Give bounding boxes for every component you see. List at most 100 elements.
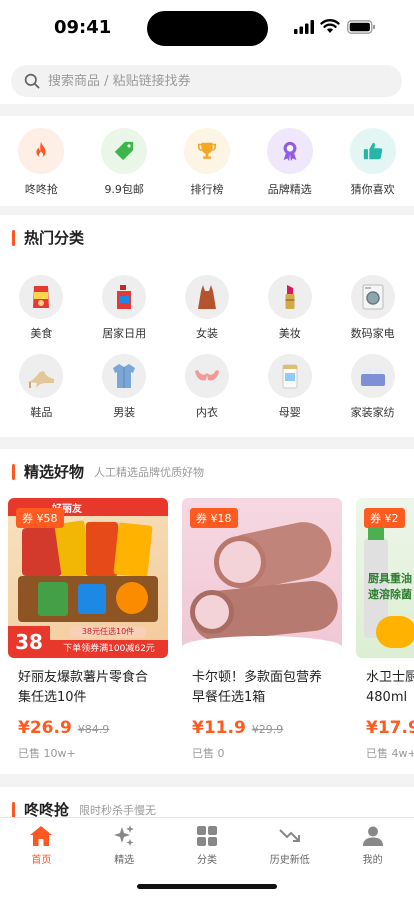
battery-icon	[347, 20, 375, 34]
coupon-badge: 券 ¥58	[16, 508, 64, 528]
quick-entry-label: 咚咚抢	[24, 183, 58, 196]
quick-entry-label: 9.9包邮	[104, 183, 144, 196]
award-badge-icon	[283, 141, 297, 162]
sparkle-icon	[114, 825, 135, 846]
quick-entry-dongdongqiang[interactable]: 咚咚抢	[6, 128, 76, 197]
category-grid: 美食 居家日用 女装 美妆 数码家电 鞋品 男装 内衣 母婴 家装家纺	[0, 275, 414, 420]
product-image: 好丽友 38 38元任选10件 下单领券满100减62元 券 ¥58	[8, 498, 168, 658]
category-womens-clothing[interactable]: 女装	[166, 275, 249, 341]
quick-entry-guess-you-like[interactable]: 猜你喜欢	[338, 128, 408, 197]
lipstick-icon	[285, 285, 295, 309]
search-box[interactable]	[11, 65, 402, 97]
category-image	[102, 275, 147, 319]
home-indicator	[137, 884, 277, 889]
product-name: 水卫士厨房油污清洁剂480ml	[366, 670, 414, 705]
category-digital-appliances[interactable]: 数码家电	[331, 275, 414, 341]
high-heel-icon	[28, 371, 55, 388]
tab-label: 精选	[114, 855, 135, 866]
status-time: 09:41	[54, 17, 112, 38]
category-label: 数码家电	[350, 327, 395, 340]
tab-category[interactable]: 分类	[177, 824, 237, 866]
category-label: 居家日用	[102, 327, 147, 340]
product-image: 券 ¥18	[182, 498, 342, 658]
section-title: 热门分类	[24, 229, 85, 247]
tab-label: 历史新低	[269, 855, 310, 866]
quick-entry-label: 排行榜	[190, 183, 224, 196]
signal-icon	[294, 20, 314, 34]
product-image: 厨具重油 速溶除菌 券 ¥2	[356, 498, 414, 658]
image-tag: 38元任选10件	[70, 626, 146, 638]
washing-machine-icon	[362, 284, 384, 310]
tab-home[interactable]: 首页	[11, 824, 71, 866]
product-sold-count: 已售 10w+	[18, 747, 76, 760]
trend-down-icon	[279, 829, 300, 842]
category-label: 鞋品	[30, 406, 53, 419]
category-underwear[interactable]: 内衣	[166, 354, 249, 420]
category-image	[102, 354, 147, 398]
image-text-line2: 速溶除菌	[368, 588, 412, 601]
milk-powder-can-icon	[282, 364, 298, 389]
tab-historical-low[interactable]: 历史新低	[260, 824, 320, 866]
product-price: ¥17.9	[366, 718, 414, 738]
hot-categories-header: 热门分类	[12, 227, 84, 248]
trophy-icon	[197, 142, 217, 159]
category-home-textiles[interactable]: 家装家纺	[331, 354, 414, 420]
product-name: 卡尔顿！多款面包营养早餐任选1箱	[192, 670, 323, 705]
category-beauty[interactable]: 美妆	[248, 275, 331, 341]
flame-icon	[36, 141, 46, 158]
product-price: ¥26.9	[18, 718, 72, 738]
tab-profile[interactable]: 我的	[343, 824, 403, 866]
search-input[interactable]	[48, 73, 368, 89]
snack-bag-icon	[33, 286, 50, 308]
category-image	[350, 354, 395, 398]
search-icon	[24, 73, 40, 89]
product-card[interactable]: 厨具重油 速溶除菌 券 ¥2 水卫士厨房油污清洁剂480ml ¥17.9 已售 …	[356, 498, 414, 761]
dress-icon	[197, 285, 216, 309]
price-tag-icon	[115, 141, 134, 161]
image-banner: 下单领券满100减62元	[50, 640, 168, 658]
product-sold-count: 已售 4w+	[366, 747, 414, 760]
bra-icon	[194, 370, 219, 381]
category-baby-products[interactable]: 母婴	[248, 354, 331, 420]
quick-entry-9-9-free-shipping[interactable]: 9.9包邮	[89, 128, 159, 197]
category-food[interactable]: 美食	[0, 275, 83, 341]
product-card[interactable]: 券 ¥18 卡尔顿！多款面包营养早餐任选1箱 ¥11.9 ¥29.9 已售 0	[182, 498, 342, 761]
image-text-line1: 厨具重油	[368, 572, 412, 585]
bedding-icon	[360, 368, 385, 386]
section-marker	[12, 801, 15, 818]
quick-entry-brand-selection[interactable]: 品牌精选	[255, 128, 325, 197]
image-price-badge: 38	[8, 626, 50, 658]
category-mens-clothing[interactable]: 男装	[83, 354, 166, 420]
category-label: 家装家纺	[350, 406, 395, 419]
category-shoes[interactable]: 鞋品	[0, 354, 83, 420]
category-label: 母婴	[278, 406, 301, 419]
category-household[interactable]: 居家日用	[83, 275, 166, 341]
product-original-price: ¥84.9	[77, 723, 110, 736]
thumbs-up-icon	[363, 142, 382, 160]
product-sold-count: 已售 0	[192, 747, 225, 760]
dynamic-island	[147, 11, 268, 46]
category-label: 美妆	[278, 327, 301, 340]
product-original-price: ¥29.9	[251, 723, 284, 736]
product-price: ¥11.9	[192, 718, 246, 738]
tab-label: 我的	[362, 855, 383, 866]
featured-scroller[interactable]: 好丽友 38 38元任选10件 下单领券满100减62元 券 ¥58 好丽友爆款…	[0, 449, 414, 774]
section-marker	[12, 229, 15, 246]
product-card[interactable]: 好丽友 38 38元任选10件 下单领券满100减62元 券 ¥58 好丽友爆款…	[8, 498, 168, 761]
category-label: 美食	[30, 327, 53, 340]
user-icon	[362, 826, 383, 846]
tab-featured[interactable]: 精选	[94, 824, 154, 866]
quick-entry-ranking[interactable]: 排行榜	[172, 128, 242, 197]
quick-entry-section: 咚咚抢 9.9包邮 排行榜 品牌精选 猜你喜欢	[0, 116, 414, 206]
category-image	[267, 275, 312, 319]
category-image	[19, 354, 64, 398]
section-subtitle: 限时秒杀手慢无	[79, 803, 157, 817]
wifi-icon	[320, 19, 340, 33]
detergent-bottle-icon	[117, 285, 132, 309]
category-image	[267, 354, 312, 398]
grid-icon	[196, 826, 217, 846]
category-label: 男装	[113, 406, 136, 419]
coupon-badge: 券 ¥18	[190, 508, 238, 528]
tab-label: 分类	[196, 855, 217, 866]
coupon-badge: 券 ¥2	[364, 508, 405, 528]
